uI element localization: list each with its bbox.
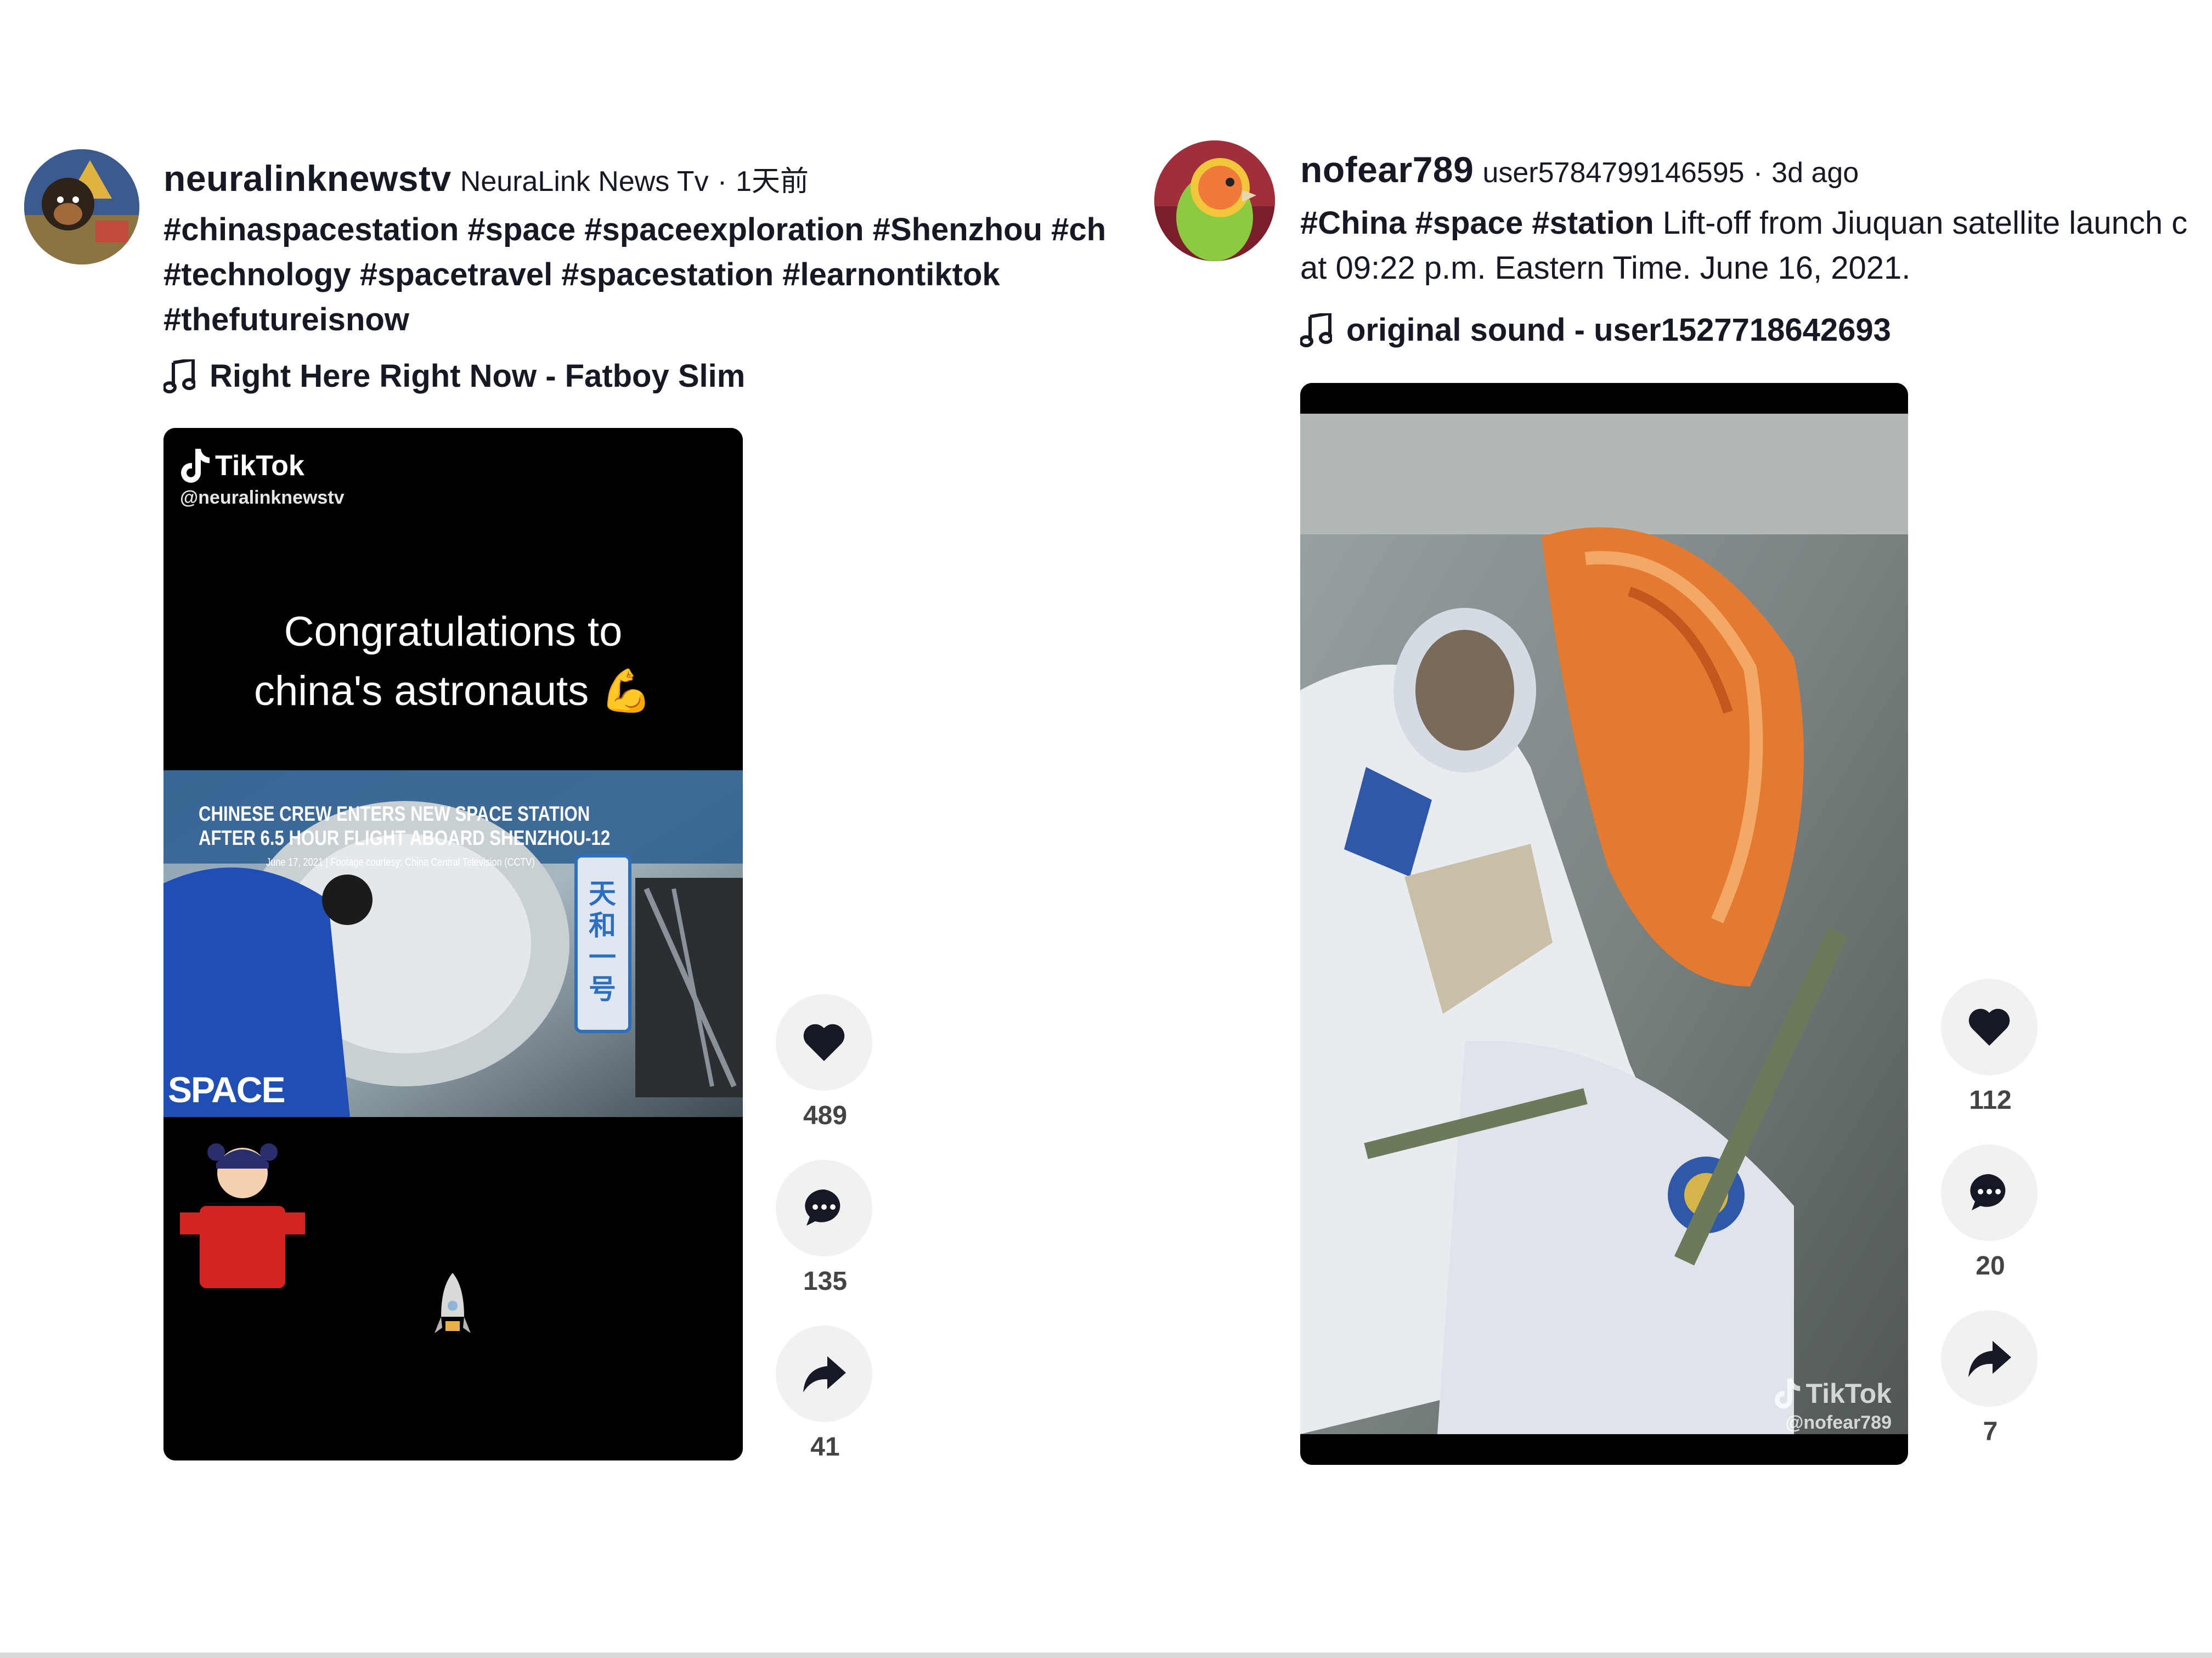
share-button[interactable] (1941, 1310, 2038, 1407)
share-arrow-icon (803, 1356, 846, 1392)
music-link[interactable]: original sound - user1527718642693 (1300, 312, 1891, 348)
like-button[interactable] (1941, 979, 2038, 1075)
action-bar: 489 135 41 (776, 994, 874, 1491)
comment-button[interactable] (1941, 1144, 2038, 1241)
caption-line: at 09:22 p.m. Eastern Time. June 16, 202… (1300, 250, 1911, 286)
comment-bubble-icon (805, 1189, 840, 1226)
video-overlay-text: Congratulations to china's astronauts 💪 (163, 602, 743, 721)
music-link[interactable]: Right Here Right Now - Fatboy Slim (163, 358, 745, 394)
avatar-nofear789[interactable] (1154, 140, 1275, 261)
action-bar: 112 20 7 (1941, 979, 2040, 1476)
tiktok-brand: TikTok (215, 450, 304, 482)
headline-line: CHINESE CREW ENTERS NEW SPACE STATION (199, 803, 590, 826)
post-header: neuralinknewstv NeuraLink News Tv · 1天前 (163, 160, 809, 196)
music-note-icon (163, 359, 195, 393)
share-button[interactable] (776, 1326, 872, 1422)
tiktok-watermark: TikTok @neuralinknewstv (180, 448, 345, 509)
tiktok-logo-icon (181, 449, 210, 483)
separator-dot: · (717, 166, 727, 198)
post-caption: #chinaspacestation #space #spaceexplorat… (163, 207, 1107, 342)
caption-line: #China #space #station Lift-off from Jiu… (1300, 201, 2212, 246)
like-count: 489 (803, 1101, 848, 1130)
music-title: original sound - user1527718642693 (1346, 312, 1891, 348)
video-post-2: nofear789 user5784799146595 · 3d ago #Ch… (1125, 0, 2212, 1658)
avatar-neuralinknewstv[interactable] (24, 149, 139, 264)
share-count: 41 (810, 1433, 840, 1462)
caption-hashtags[interactable]: #China #space #station (1300, 205, 1654, 241)
like-count: 112 (1969, 1086, 2012, 1115)
like-button[interactable] (776, 994, 872, 1091)
caption-line[interactable]: #thefutureisnow (163, 297, 1107, 342)
caption-text: Lift-off from Jiuquan satellite launch c (1654, 205, 2188, 241)
overlay-line: Congratulations to (284, 608, 623, 655)
heart-icon (803, 1024, 845, 1061)
post-caption: #China #space #station Lift-off from Jiu… (1300, 201, 2212, 291)
music-title: Right Here Right Now - Fatboy Slim (210, 358, 746, 394)
space-logo: SPACE (168, 1069, 285, 1110)
heart-icon (1968, 1008, 2010, 1046)
video-player[interactable]: TikTok @nofear789 (1300, 383, 1908, 1465)
tiktok-watermark: TikTok @nofear789 (1774, 1377, 1892, 1434)
comment-count: 20 (1976, 1251, 2005, 1281)
video-player[interactable]: TikTok @neuralinknewstv Congratulations … (163, 428, 743, 1460)
overlay-line: china's astronauts 💪 (254, 668, 652, 714)
share-arrow-icon (1968, 1341, 2011, 1377)
caption-line[interactable]: #technology #spacetravel #spacestation #… (163, 252, 1107, 297)
watermark-handle: @neuralinknewstv (180, 487, 345, 508)
news-credit: June 17, 2021 | Footage courtesy: China … (266, 856, 535, 869)
caption-line[interactable]: #chinaspacestation #space #spaceexplorat… (163, 207, 1107, 252)
watermark-handle: @nofear789 (1785, 1412, 1892, 1433)
video-frame (163, 428, 743, 1460)
nickname[interactable]: NeuraLink News Tv (460, 166, 709, 198)
avatar-image (1154, 140, 1275, 261)
tiktok-logo-icon (1775, 1378, 1801, 1409)
comment-button[interactable] (776, 1160, 872, 1256)
nickname[interactable]: user5784799146595 (1482, 157, 1744, 189)
username-link[interactable]: nofear789 (1300, 149, 1474, 190)
username-link[interactable]: neuralinknewstv (163, 158, 452, 199)
tiktok-brand: TikTok (1805, 1378, 1892, 1409)
video-frame (1300, 383, 1908, 1465)
post-header: nofear789 user5784799146595 · 3d ago (1300, 151, 1859, 188)
headline-line: AFTER 6.5 HOUR FLIGHT ABOARD SHENZHOU-12 (199, 827, 611, 850)
post-time: 1天前 (736, 166, 809, 198)
separator-dot: · (1753, 157, 1763, 189)
news-headline: CHINESE CREW ENTERS NEW SPACE STATION AF… (199, 802, 610, 875)
share-count: 7 (1983, 1417, 1998, 1446)
video-post-1: neuralinknewstv NeuraLink News Tv · 1天前 … (0, 0, 1125, 1658)
music-note-icon (1300, 313, 1332, 347)
comment-bubble-icon (1970, 1174, 2006, 1210)
avatar-image (24, 149, 139, 264)
station-sign: 天和一号 (589, 878, 616, 1005)
bottom-divider (0, 1653, 2212, 1658)
comment-count: 135 (803, 1267, 848, 1296)
post-time: 3d ago (1771, 157, 1859, 189)
